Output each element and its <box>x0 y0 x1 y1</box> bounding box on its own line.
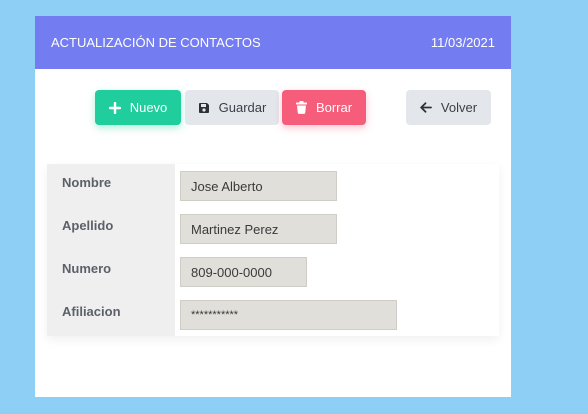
number-label: Numero <box>62 261 112 276</box>
back-button[interactable]: Volver <box>406 90 491 125</box>
contact-form: Nombre Jose Alberto Apellido Martinez Pe… <box>47 164 499 336</box>
save-icon <box>198 102 210 114</box>
affiliation-label: Afiliacion <box>62 304 121 319</box>
affiliation-field[interactable]: *********** <box>180 300 397 330</box>
contact-update-card: ACTUALIZACIÓN DE CONTACTOS 11/03/2021 Nu… <box>35 16 511 397</box>
name-field[interactable]: Jose Alberto <box>180 171 337 201</box>
card-header: ACTUALIZACIÓN DE CONTACTOS 11/03/2021 <box>35 16 511 69</box>
number-field[interactable]: 809-000-0000 <box>180 257 307 287</box>
back-button-label: Volver <box>440 100 478 115</box>
name-label: Nombre <box>62 175 112 190</box>
arrow-left-icon <box>420 102 432 113</box>
new-button-label: Nuevo <box>129 100 168 115</box>
header-date: 11/03/2021 <box>430 35 495 50</box>
plus-icon <box>108 101 121 114</box>
page-title: ACTUALIZACIÓN DE CONTACTOS <box>51 35 261 50</box>
surname-label: Apellido <box>62 218 114 233</box>
delete-button[interactable]: Borrar <box>282 90 366 125</box>
save-button[interactable]: Guardar <box>185 90 279 125</box>
save-button-label: Guardar <box>218 100 267 115</box>
new-button[interactable]: Nuevo <box>95 90 181 125</box>
delete-button-label: Borrar <box>315 100 353 115</box>
surname-field[interactable]: Martinez Perez <box>180 214 337 244</box>
trash-icon <box>295 101 307 114</box>
